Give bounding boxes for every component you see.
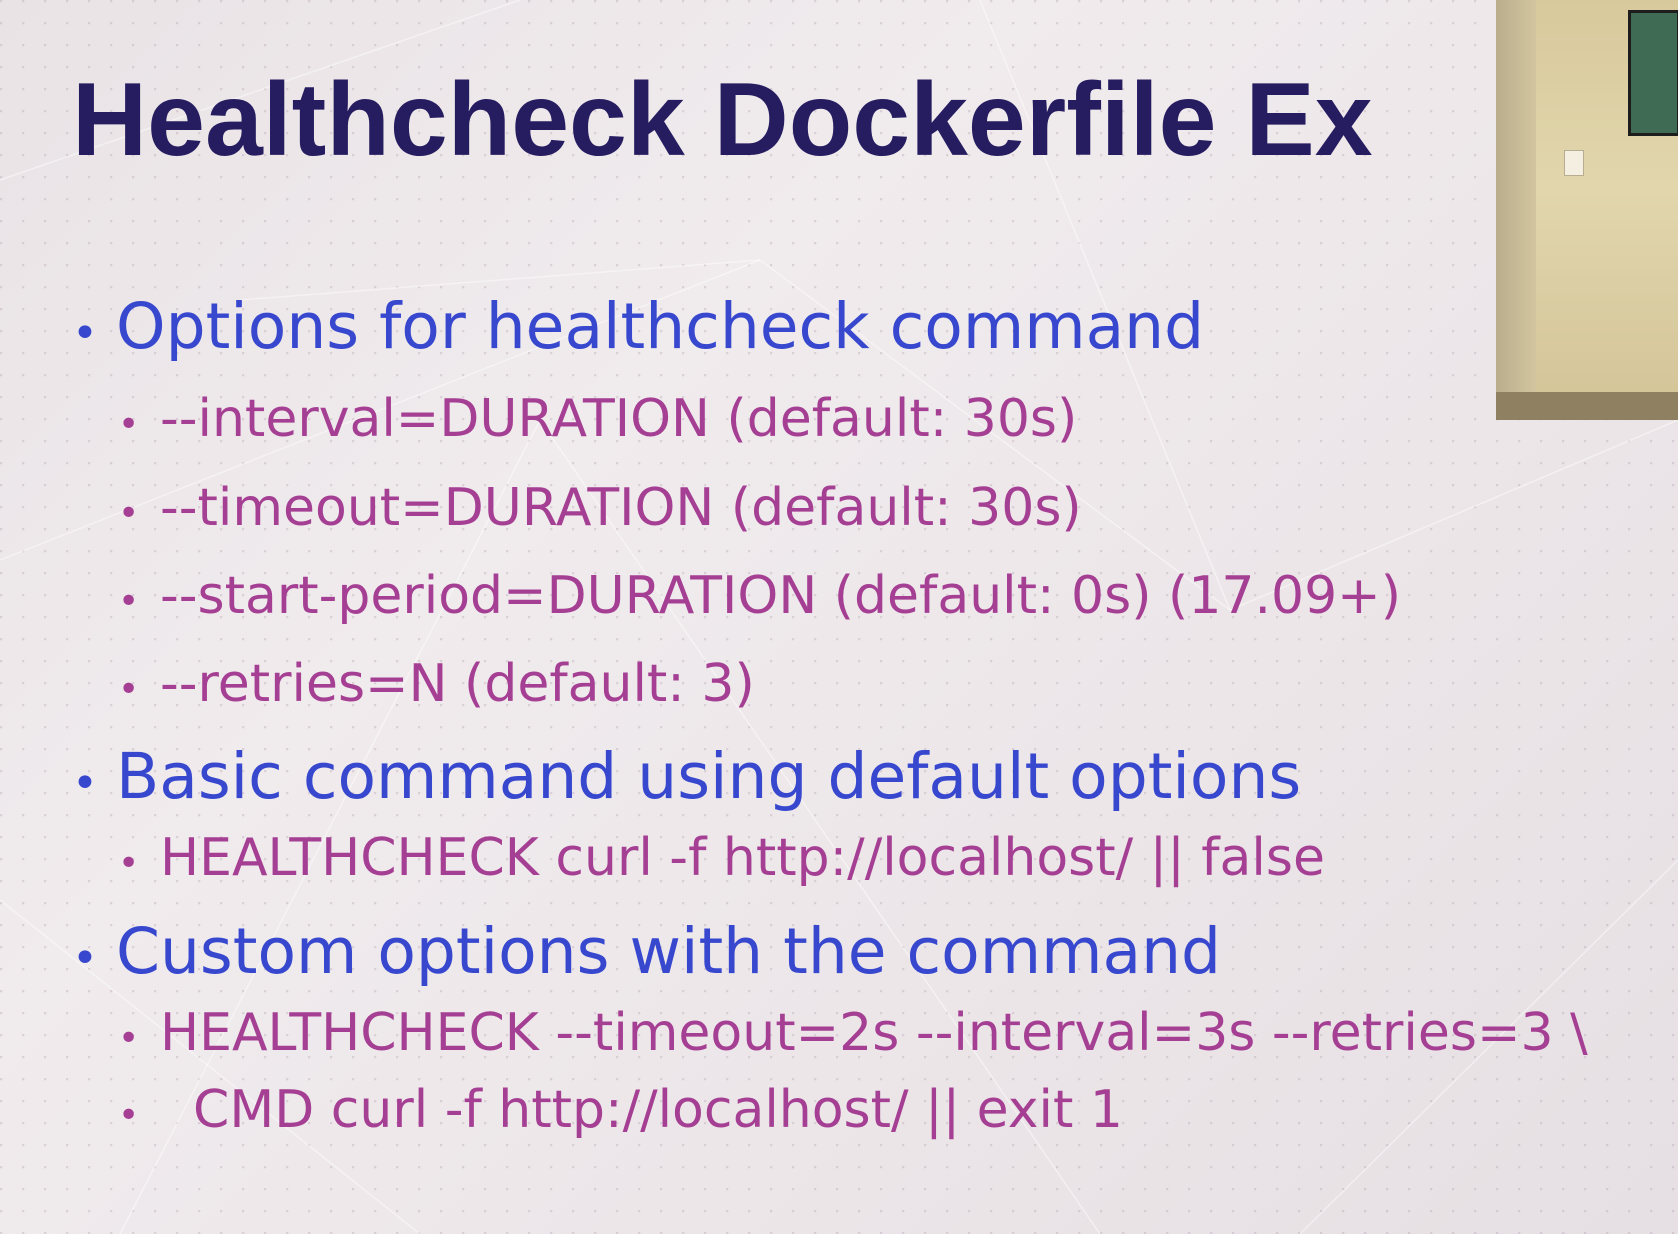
bullet-basic-command: • Basic command using default options [72,740,1301,813]
sub-bullet-text: HEALTHCHECK --timeout=2s --interval=3s -… [160,1003,1588,1063]
bullet-text: Custom options with the command [116,915,1221,988]
sub-bullet-text: HEALTHCHECK curl -f http://localhost/ ||… [160,828,1325,888]
sub-bullet-text: --start-period=DURATION (default: 0s) (1… [160,566,1402,626]
sub-bullet-custom-healthcheck: • HEALTHCHECK --timeout=2s --interval=3s… [118,1003,1588,1063]
sub-bullet-text: --retries=N (default: 3) [160,654,755,714]
sub-bullet-basic-healthcheck: • HEALTHCHECK curl -f http://localhost/ … [118,828,1325,888]
sub-bullet-text: CMD curl -f http://localhost/ || exit 1 [160,1080,1123,1140]
presenter-webcam-thumbnail [1496,0,1678,420]
bullet-dot-icon: • [72,933,98,984]
webcam-light-switch [1564,150,1584,176]
sub-bullet-start-period: • --start-period=DURATION (default: 0s) … [118,566,1401,626]
bullet-dot-icon: • [118,1018,140,1059]
bullet-dot-icon: • [118,493,140,534]
webcam-picture-frame [1628,10,1678,136]
bullet-dot-icon: • [72,308,98,359]
bullet-dot-icon: • [118,1095,140,1136]
bullet-dot-icon: • [118,581,140,622]
bullet-text: Options for healthcheck command [116,290,1205,363]
sub-bullet-retries: • --retries=N (default: 3) [118,654,755,714]
bullet-dot-icon: • [118,843,140,884]
bullet-text: Basic command using default options [116,740,1302,813]
bullet-dot-icon: • [118,669,140,710]
sub-bullet-interval: • --interval=DURATION (default: 30s) [118,389,1077,449]
bullet-custom-options: • Custom options with the command [72,915,1221,988]
sub-bullet-text: --interval=DURATION (default: 30s) [160,389,1078,449]
webcam-wall [1496,0,1536,420]
slide-title: Healthcheck Dockerfile Ex [72,62,1373,178]
bullet-dot-icon: • [118,404,140,445]
webcam-floor [1496,392,1678,420]
sub-bullet-custom-cmd: • CMD curl -f http://localhost/ || exit … [118,1080,1123,1140]
bullet-dot-icon: • [72,758,98,809]
sub-bullet-timeout: • --timeout=DURATION (default: 30s) [118,478,1082,538]
sub-bullet-text: --timeout=DURATION (default: 30s) [160,478,1082,538]
bullet-options-for-healthcheck: • Options for healthcheck command [72,290,1204,363]
